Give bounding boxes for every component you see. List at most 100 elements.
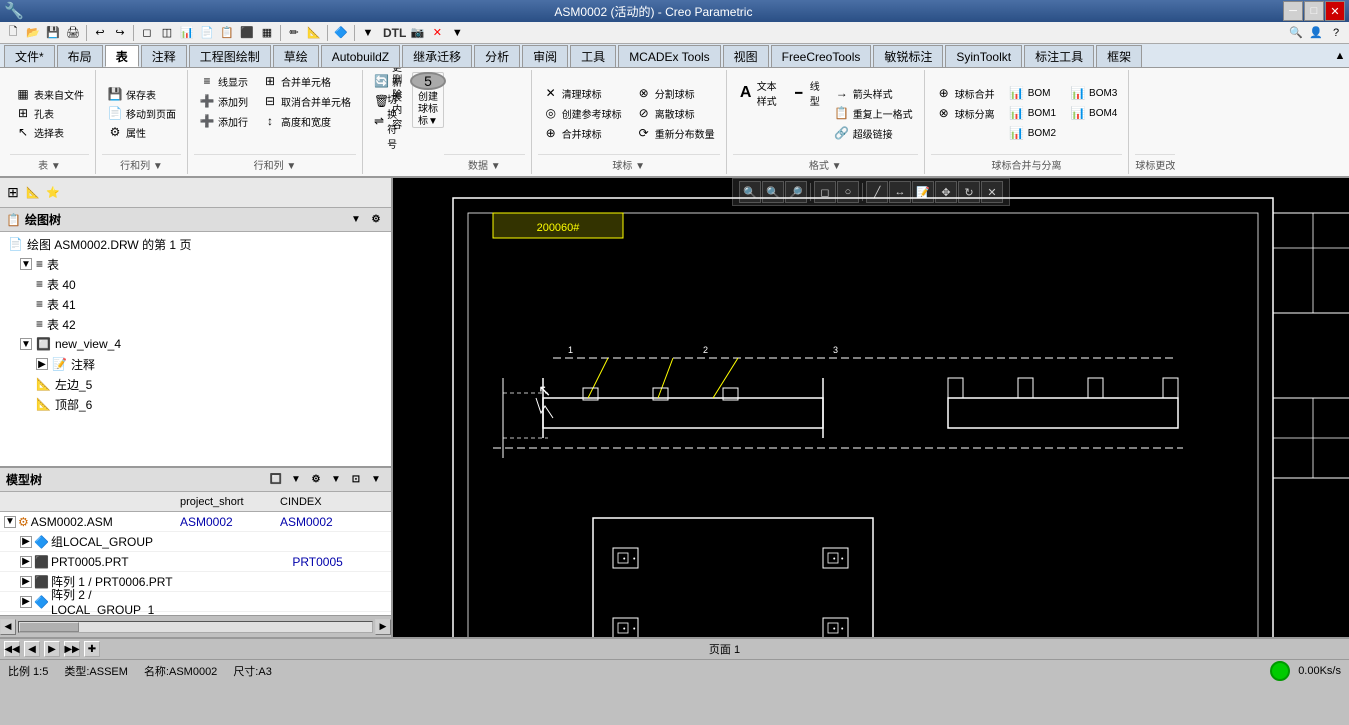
tab-freecreo[interactable]: FreeCreoTools: [771, 45, 872, 67]
qa-extra[interactable]: ▼: [448, 24, 466, 42]
drawing-tree-annotation[interactable]: ▶ 📝 注释: [0, 354, 391, 374]
lt-btn-2[interactable]: 📐: [24, 184, 42, 202]
tab-layout[interactable]: 布局: [57, 45, 103, 67]
ribbon-btn-unmerge-cell[interactable]: ⊟ 取消合并单元格: [257, 92, 356, 110]
tab-table[interactable]: 表: [105, 45, 139, 67]
ribbon-btn-bom1[interactable]: 📊 BOM1: [1004, 104, 1061, 122]
scroll-track[interactable]: [18, 621, 373, 633]
model-tree-btn3[interactable]: ⚙: [307, 471, 325, 489]
qa-camera[interactable]: 📷: [408, 24, 426, 42]
ribbon-btn-height-width[interactable]: ↕ 高度和宽度: [257, 112, 356, 130]
tab-sketch[interactable]: 草绘: [273, 45, 319, 67]
ribbon-btn-select-table[interactable]: ↖ 选择表: [10, 123, 89, 141]
model-tree-settings-btn[interactable]: ▼: [367, 471, 385, 489]
ribbon-btn-toggle-symbol[interactable]: ⇌ 切换符号: [369, 112, 408, 130]
close-button[interactable]: ✕: [1325, 1, 1345, 21]
expand-qa[interactable]: ▼: [359, 24, 377, 42]
ribbon-btn-repeat-format[interactable]: 📋 重复上一格式: [829, 104, 918, 122]
tab-review[interactable]: 审阅: [522, 45, 568, 67]
qa-btn-2[interactable]: ◫: [158, 24, 176, 42]
ribbon-btn-save-table[interactable]: 💾 保存表: [102, 85, 181, 103]
drawing-tree-settings-btn[interactable]: ⚙: [367, 211, 385, 229]
ribbon-btn-add-col[interactable]: ➕ 添加列: [194, 92, 253, 110]
drawing-tree-top6[interactable]: 📐 顶部_6: [0, 394, 391, 414]
ribbon-btn-text-style[interactable]: A 文本样式: [733, 84, 782, 102]
tab-migrate[interactable]: 继承迁移: [402, 45, 472, 67]
ribbon-btn-table-from-file[interactable]: ▦ 表来自文件: [10, 85, 89, 103]
model-tree-asm0002[interactable]: ▼ ⚙ ASM0002.ASM ASM0002 ASM0002: [0, 512, 391, 532]
ribbon-btn-bom2[interactable]: 📊 BOM2: [1004, 124, 1061, 142]
new-button[interactable]: 🗋: [4, 24, 22, 42]
nav-prev-btn[interactable]: ◀: [24, 641, 40, 657]
model-tree-array2[interactable]: ▶ 🔷 阵列 2 / LOCAL_GROUP_1: [0, 592, 391, 612]
qa-btn-5[interactable]: 📋: [218, 24, 236, 42]
tab-tools[interactable]: 工具: [570, 45, 616, 67]
qa-btn-8[interactable]: ✏: [285, 24, 303, 42]
prt0005-expander[interactable]: ▶: [20, 556, 32, 568]
ribbon-btn-properties[interactable]: ⚙ 属性: [102, 123, 181, 141]
ribbon-expand-btn[interactable]: ▲: [1331, 47, 1349, 65]
qa-btn-10[interactable]: 🔷: [332, 24, 350, 42]
tab-mark-tools[interactable]: 标注工具: [1024, 45, 1094, 67]
nav-first-btn[interactable]: ◀◀: [4, 641, 20, 657]
save-button[interactable]: 💾: [44, 24, 62, 42]
account-button[interactable]: 👤: [1307, 24, 1325, 42]
model-tree-prt0005[interactable]: ▶ ⬛ PRT0005.PRT PRT0005: [0, 552, 391, 572]
print-button[interactable]: 🖨: [64, 24, 82, 42]
search-button[interactable]: 🔍: [1287, 24, 1305, 42]
annotation-expander[interactable]: ▶: [36, 358, 48, 370]
view4-expander[interactable]: ▼: [20, 338, 32, 350]
tab-autobildz[interactable]: AutobuildZ: [321, 45, 400, 67]
redo-button[interactable]: ↪: [111, 24, 129, 42]
scroll-right-btn[interactable]: ▶: [375, 619, 391, 635]
tab-mcadex[interactable]: MCADEx Tools: [618, 45, 720, 67]
tab-analysis[interactable]: 分析: [474, 45, 520, 67]
ribbon-btn-create-ref-balloon[interactable]: ◎ 创建参考球标: [538, 104, 627, 122]
undo-button[interactable]: ↩: [91, 24, 109, 42]
ribbon-btn-bom4[interactable]: 📊 BOM4: [1065, 104, 1122, 122]
array2-expander[interactable]: ▶: [20, 596, 32, 608]
localgroup-expander[interactable]: ▶: [20, 536, 32, 548]
restore-button[interactable]: □: [1304, 1, 1324, 21]
model-tree-expand-btn[interactable]: ⊡: [347, 471, 365, 489]
nav-next-btn[interactable]: ▶: [44, 641, 60, 657]
open-button[interactable]: 📂: [24, 24, 42, 42]
tab-annotation[interactable]: 注释: [141, 45, 187, 67]
qa-btn-4[interactable]: 📄: [198, 24, 216, 42]
drawing-tree-table-folder[interactable]: ▼ ≡ 表: [0, 254, 391, 274]
minimize-button[interactable]: ─: [1283, 1, 1303, 21]
nav-add-btn[interactable]: ✚: [84, 641, 100, 657]
lt-btn-1[interactable]: ⊞: [4, 184, 22, 202]
tab-view[interactable]: 视图: [723, 45, 769, 67]
tab-quickmark[interactable]: 敏锐标注: [873, 45, 943, 67]
ribbon-btn-bom3[interactable]: 📊 BOM3: [1065, 84, 1122, 102]
ribbon-btn-discrete-balloon[interactable]: ⊘ 离散球标: [631, 104, 720, 122]
tab-frame[interactable]: 框架: [1096, 45, 1142, 67]
qa-red[interactable]: ✕: [428, 24, 446, 42]
model-tree-btn4[interactable]: ▼: [327, 471, 345, 489]
qa-btn-3[interactable]: 📊: [178, 24, 196, 42]
asm0002-expander[interactable]: ▼: [4, 516, 16, 528]
drawing-tree-expand-btn[interactable]: ▼: [347, 211, 365, 229]
table-folder-expander[interactable]: ▼: [20, 258, 32, 270]
lt-btn-3[interactable]: ⭐: [44, 184, 62, 202]
drawing-tree-table40[interactable]: ≡ 表 40: [0, 274, 391, 294]
tab-syintoolkt[interactable]: SyinToolkt: [945, 45, 1022, 67]
ribbon-btn-bom[interactable]: 📊 BOM: [1004, 84, 1061, 102]
qa-btn-6[interactable]: ⬛: [238, 24, 256, 42]
drawing-tree-left5[interactable]: 📐 左边_5: [0, 374, 391, 394]
drawing-tree-table42[interactable]: ≡ 表 42: [0, 314, 391, 334]
canvas-area[interactable]: 🔍 🔍 🔎 ◻ ○ ╱ ↔ 📝 ✥ ↻ ✕ 200060#: [393, 178, 1349, 637]
nav-last-btn[interactable]: ▶▶: [64, 641, 80, 657]
model-tree-btn2[interactable]: ▼: [287, 471, 305, 489]
qa-btn-1[interactable]: ◻: [138, 24, 156, 42]
tab-drawing[interactable]: 工程图绘制: [189, 45, 271, 67]
ribbon-btn-arrow-style[interactable]: → 箭头样式: [829, 84, 918, 102]
ribbon-btn-hyperlink[interactable]: 🔗 超级链接: [829, 124, 918, 142]
drawing-tree-page-item[interactable]: 📄 绘图 ASM0002.DRW 的第 1 页: [0, 234, 391, 254]
scroll-thumb[interactable]: [19, 622, 79, 632]
ribbon-btn-balloon-merge[interactable]: ⊕ 球标合并: [931, 84, 1000, 102]
ribbon-btn-hole-table[interactable]: ⊞ 孔表: [10, 104, 89, 122]
help-button[interactable]: ?: [1327, 24, 1345, 42]
model-tree-btn1[interactable]: 🔲: [267, 471, 285, 489]
